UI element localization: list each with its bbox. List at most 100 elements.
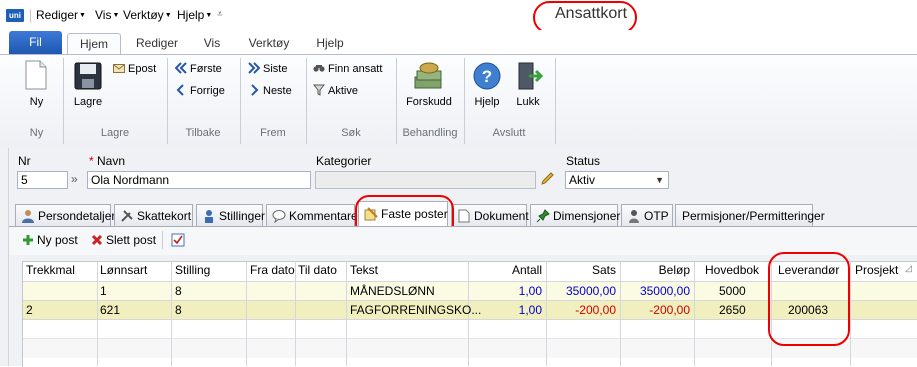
epost-button[interactable]: Epost xyxy=(113,62,156,75)
kategorier-field xyxy=(315,171,536,189)
group-separator xyxy=(63,58,64,144)
svg-text:?: ? xyxy=(482,67,492,86)
cell-belop[interactable]: 35000,00 xyxy=(624,284,690,298)
menu-vis[interactable]: Vis▼ xyxy=(95,8,119,22)
tab-skattekort[interactable]: Skattekort xyxy=(114,204,193,226)
group-label-tilbake: Tilbake xyxy=(185,127,221,139)
nr-field[interactable]: 5 xyxy=(17,171,68,189)
cell-lonnsart[interactable]: 1 xyxy=(100,284,107,298)
hjelp-button[interactable]: ? Hjelp xyxy=(469,60,505,116)
group-label-avslutt: Avslutt xyxy=(492,127,526,139)
column-header-stilling[interactable]: Stilling xyxy=(175,263,210,277)
cell-stilling[interactable]: 8 xyxy=(175,303,182,317)
tab-persondetaljer[interactable]: Persondetaljer xyxy=(15,204,115,226)
tab-dimensjoner[interactable]: Dimensjoner xyxy=(530,204,620,226)
divider xyxy=(850,262,851,366)
neste-button[interactable]: Neste xyxy=(248,84,292,97)
forrige-button[interactable]: Forrige xyxy=(175,84,225,97)
column-header-tekst[interactable]: Tekst xyxy=(350,263,378,277)
tab-vis[interactable]: Vis xyxy=(192,33,232,54)
slett-post-button[interactable]: Slett post xyxy=(91,233,156,247)
column-header-antall[interactable]: Antall xyxy=(472,263,542,277)
tab-hjem[interactable]: Hjem xyxy=(67,33,121,55)
group-label-sok: Søk xyxy=(341,127,361,139)
cell-antall[interactable]: 1,00 xyxy=(472,303,542,317)
column-header-til-dato[interactable]: Til dato xyxy=(298,263,337,277)
tab-otp[interactable]: OTP xyxy=(621,204,673,226)
column-header-prosjekt[interactable]: Prosjekt xyxy=(855,263,898,277)
caret-down-icon: ▼ xyxy=(112,12,120,20)
forste-button[interactable]: Første xyxy=(175,62,222,75)
menu-verktoy[interactable]: Verktøy▼ xyxy=(123,8,172,22)
sort-indicator-icon: ◿ xyxy=(905,263,912,273)
tab-rediger[interactable]: Rediger xyxy=(128,33,186,54)
cell-stilling[interactable]: 8 xyxy=(175,284,182,298)
column-header-sats[interactable]: Sats xyxy=(550,263,616,277)
tab-fil[interactable]: Fil xyxy=(9,31,62,54)
column-header-hovedbok[interactable]: Hovedbok xyxy=(705,263,759,277)
navn-field[interactable]: Ola Nordmann xyxy=(87,171,311,189)
ny-post-button[interactable]: Ny post xyxy=(22,233,78,247)
exit-door-icon xyxy=(518,62,543,90)
lukk-button[interactable]: Lukk xyxy=(510,60,546,116)
caret-down-icon: ▼ xyxy=(79,12,86,20)
status-label: Status xyxy=(566,154,601,168)
customize-quick-access-icon[interactable]: ⩡ xyxy=(217,9,223,20)
new-document-icon xyxy=(25,60,47,90)
finn-ansatt-button[interactable]: Finn ansatt xyxy=(313,62,382,75)
tools-icon xyxy=(121,210,133,222)
nr-label: Nr xyxy=(18,154,31,168)
cell-tekst[interactable]: FAGFORRENINGSKO... xyxy=(350,303,481,317)
menu-rediger[interactable]: Rediger▼ xyxy=(36,8,86,22)
divider xyxy=(97,262,98,366)
tab-dokument[interactable]: Dokument xyxy=(451,204,529,226)
document-icon xyxy=(458,209,470,223)
divider xyxy=(246,262,247,366)
worker-icon xyxy=(205,210,213,223)
tab-hjelp[interactable]: Hjelp xyxy=(305,33,355,54)
edit-pencil-icon[interactable] xyxy=(539,171,555,187)
divider xyxy=(171,262,172,366)
lagre-button[interactable]: Lagre xyxy=(68,60,108,116)
next-arrow-icon xyxy=(251,84,259,96)
status-select[interactable]: Aktiv ▼ xyxy=(565,171,669,189)
tab-permisjoner[interactable]: Permisjoner/Permitteringer xyxy=(675,204,825,226)
cell-belop[interactable]: -200,00 xyxy=(624,303,690,317)
column-header-fra-dato[interactable]: Fra dato xyxy=(250,263,295,277)
forskudd-button[interactable]: Forskudd xyxy=(398,60,460,116)
pin-icon xyxy=(536,209,550,223)
group-label-lagre: Lagre xyxy=(100,127,130,139)
app-logo-icon: uni xyxy=(6,9,24,22)
cell-hovedbok[interactable]: 5000 xyxy=(719,284,746,298)
divider xyxy=(346,262,347,366)
caret-down-icon: ▼ xyxy=(164,12,172,20)
cell-lonnsart[interactable]: 621 xyxy=(100,303,120,317)
tab-verktoy[interactable]: Verktøy xyxy=(240,33,298,54)
cell-hovedbok[interactable]: 2650 xyxy=(719,303,746,317)
column-header-belop[interactable]: Beløp xyxy=(624,263,690,277)
envelope-icon xyxy=(113,64,125,73)
tab-kommentarer[interactable]: Kommentarer xyxy=(266,204,362,226)
first-arrow-icon xyxy=(175,62,187,74)
aktive-button[interactable]: Aktive xyxy=(313,84,358,97)
cell-sats[interactable]: 35000,00 xyxy=(550,284,616,298)
cell-tekst[interactable]: MÅNEDSLØNN xyxy=(350,284,435,298)
checklist-icon[interactable] xyxy=(171,233,185,247)
highlight-ring xyxy=(768,252,850,346)
ny-button[interactable]: Ny xyxy=(14,60,59,116)
tab-stillinger[interactable]: Stillinger xyxy=(196,204,265,226)
cell-trekkmal[interactable]: 2 xyxy=(26,303,33,317)
caret-down-icon: ▼ xyxy=(205,12,213,20)
group-label-behandling: Behandling xyxy=(402,127,458,139)
siste-button[interactable]: Siste xyxy=(248,62,287,75)
save-disk-icon xyxy=(74,62,102,90)
divider xyxy=(546,262,547,366)
last-arrow-icon xyxy=(248,62,260,74)
column-header-lonnsart[interactable]: Lønnsart xyxy=(100,263,147,277)
group-separator xyxy=(555,58,556,144)
cell-sats[interactable]: -200,00 xyxy=(550,303,616,317)
column-header-trekkmal[interactable]: Trekkmal xyxy=(26,263,75,277)
menu-hjelp[interactable]: Hjelp▼ xyxy=(177,8,212,22)
lookup-arrow-icon[interactable]: » xyxy=(71,172,78,186)
cell-antall[interactable]: 1,00 xyxy=(472,284,542,298)
